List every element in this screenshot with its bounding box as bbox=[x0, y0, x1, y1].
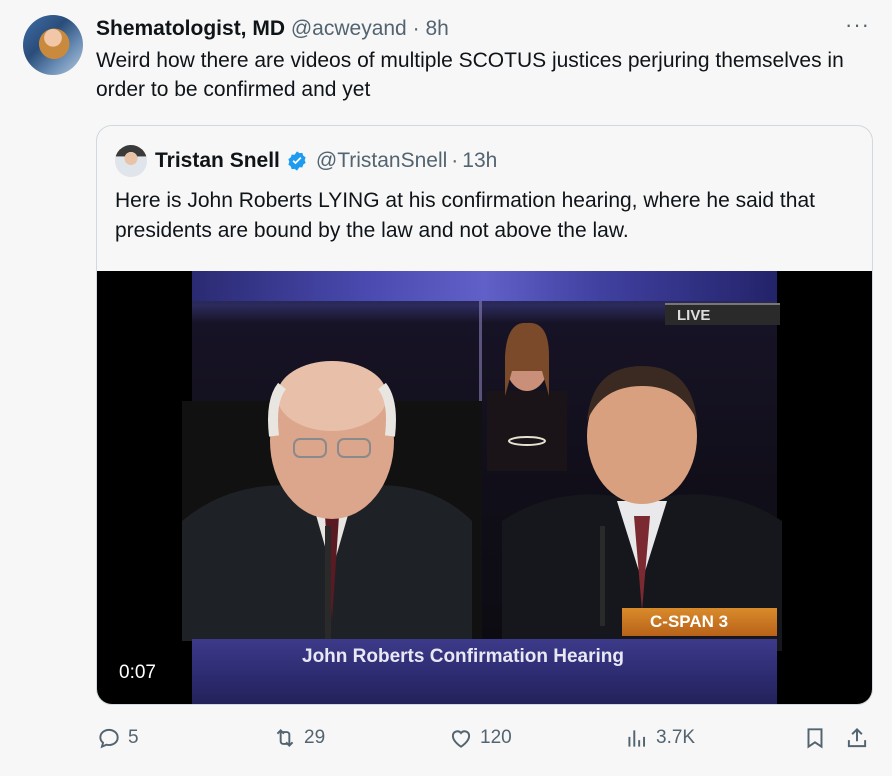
right-person-figure bbox=[502, 366, 782, 651]
video-timestamp: 0:07 bbox=[111, 659, 164, 687]
repost-icon bbox=[276, 729, 294, 747]
separator: · bbox=[451, 149, 459, 172]
like-count: 120 bbox=[480, 727, 512, 748]
verified-badge-icon bbox=[286, 150, 308, 172]
reply-button[interactable]: 5 bbox=[96, 725, 139, 751]
separator: · bbox=[412, 17, 420, 40]
quoted-author-handle[interactable]: @TristanSnell bbox=[316, 144, 447, 178]
share-icon bbox=[847, 727, 867, 748]
share-button[interactable] bbox=[844, 725, 876, 751]
quoted-author-avatar[interactable] bbox=[115, 145, 147, 177]
lower-third-text: John Roberts Confirmation Hearing bbox=[302, 646, 624, 667]
live-indicator: LIVE bbox=[665, 303, 780, 325]
post-text: Weird how there are videos of multiple S… bbox=[96, 49, 844, 101]
bookmark-icon bbox=[807, 728, 823, 749]
author-handle[interactable]: @acweyand bbox=[291, 17, 407, 40]
post-time[interactable]: 8h bbox=[425, 17, 448, 40]
quoted-post[interactable]: Tristan Snell @TristanSnell · 13h Here i… bbox=[96, 125, 873, 705]
like-button[interactable]: 120 bbox=[448, 725, 512, 751]
views-button[interactable]: 3.7K bbox=[624, 725, 695, 751]
post-header: Shematologist, MD @acweyand · 8h bbox=[96, 16, 449, 42]
quoted-author-name[interactable]: Tristan Snell bbox=[155, 144, 280, 178]
view-count: 3.7K bbox=[656, 727, 696, 748]
quoted-post-time[interactable]: 13h bbox=[462, 144, 497, 178]
repost-button[interactable]: 29 bbox=[272, 725, 325, 751]
author-name[interactable]: Shematologist, MD bbox=[96, 17, 285, 40]
reply-icon bbox=[99, 728, 119, 749]
left-person-figure bbox=[182, 361, 482, 641]
repost-count: 29 bbox=[304, 727, 326, 748]
network-bug: C-SPAN 3 bbox=[622, 608, 777, 636]
quoted-post-header: Tristan Snell @TristanSnell · 13h bbox=[115, 144, 497, 178]
video-top-band bbox=[192, 271, 777, 301]
heart-icon bbox=[451, 730, 471, 748]
reply-count: 5 bbox=[128, 727, 139, 748]
action-bar: 5 29 120 3.7K bbox=[96, 725, 876, 761]
video-player[interactable]: LIVE C-SPAN 3 John Roberts Confirmation … bbox=[97, 271, 872, 704]
more-options-button[interactable]: ··· bbox=[845, 12, 870, 38]
video-frame: LIVE C-SPAN 3 John Roberts Confirmation … bbox=[182, 271, 782, 704]
bookmark-button[interactable] bbox=[802, 725, 834, 751]
author-avatar[interactable] bbox=[23, 15, 83, 75]
quoted-post-text: Here is John Roberts LYING at his confir… bbox=[115, 189, 815, 242]
analytics-icon bbox=[628, 730, 646, 747]
